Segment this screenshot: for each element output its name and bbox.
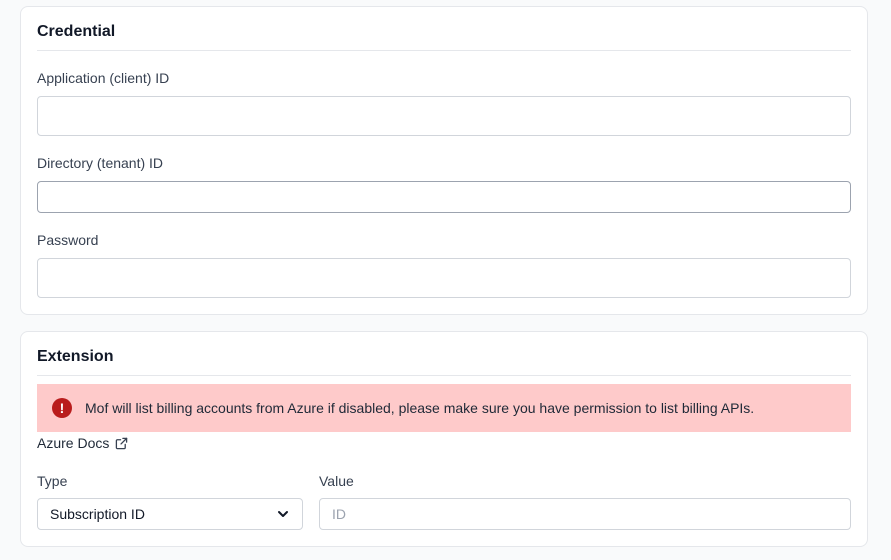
extension-divider [37,375,851,376]
billing-warning-alert: ! Mof will list billing accounts from Az… [37,384,851,432]
external-link-icon [116,437,128,449]
value-label: Value [319,473,354,489]
type-label: Type [37,473,68,489]
chevron-down-icon [278,511,288,517]
directory-id-label: Directory (tenant) ID [37,155,164,171]
azure-docs-label: Azure Docs [37,435,110,451]
type-select[interactable]: Subscription ID [37,498,303,530]
azure-docs-link[interactable]: Azure Docs [37,435,128,451]
application-id-label: Application (client) ID [37,70,170,86]
extension-card: Extension ! Mof will list billing accoun… [20,331,868,547]
password-input[interactable] [37,258,851,298]
credential-card: Credential Application (client) ID Direc… [20,6,868,315]
value-input[interactable] [319,498,851,530]
password-label: Password [37,232,99,248]
credential-title: Credential [37,23,116,40]
application-id-input[interactable] [37,96,851,136]
billing-warning-text: Mof will list billing accounts from Azur… [85,400,755,416]
exclamation-circle-icon: ! [52,398,72,418]
credential-divider [37,50,851,51]
extension-title: Extension [37,348,114,365]
directory-id-input[interactable] [37,181,851,213]
type-selected-value: Subscription ID [50,506,145,522]
